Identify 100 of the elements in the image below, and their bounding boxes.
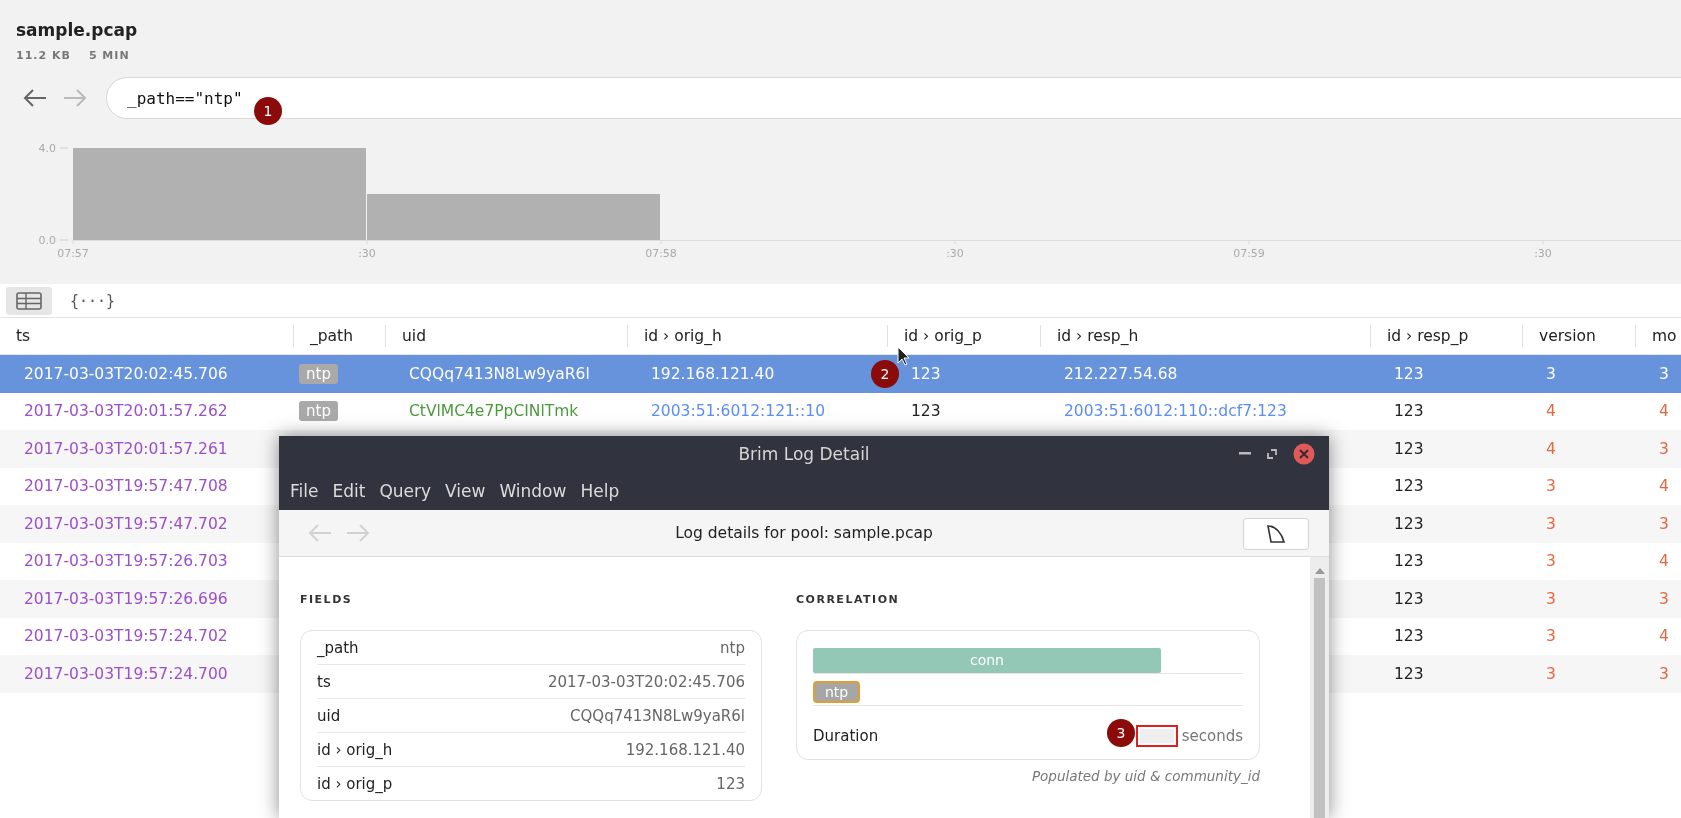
table-cell: CQQq7413N8Lw9yaR6l — [409, 364, 590, 383]
table-cell: 2017-03-03T20:01:57.261 — [24, 439, 228, 458]
field-name: _path — [317, 638, 359, 657]
column-header[interactable]: ts — [0, 325, 293, 347]
pool-title: sample.pcap — [16, 20, 138, 40]
scrollbar[interactable] — [1310, 557, 1329, 818]
column-header[interactable]: id › resp_h — [1040, 325, 1370, 347]
section-title: CORRELATION — [796, 593, 900, 606]
table-cell: 3 — [1659, 364, 1669, 383]
field-name: ts — [317, 672, 331, 691]
window-title: Brim Log Detail — [738, 444, 870, 464]
x-tick-label: 07:58 — [645, 247, 677, 260]
correlation-note: Populated by uid & community_id — [1031, 768, 1260, 784]
field-value: ntp — [720, 638, 745, 657]
table-cell: 123 — [1394, 477, 1424, 496]
table-cell: 123 — [911, 364, 941, 383]
table-cell: 3 — [1546, 364, 1556, 383]
pool-size: 11.2 KB — [16, 49, 71, 62]
table-view-tab[interactable] — [6, 286, 52, 315]
table-cell: 2017-03-03T19:57:26.703 — [24, 552, 228, 571]
pool-span: 5 MIN — [88, 49, 130, 62]
cursor-icon — [897, 346, 911, 366]
table-cell: 4 — [1546, 439, 1556, 458]
path-tag: ntp — [299, 401, 338, 422]
table-cell: 2017-03-03T20:02:45.706 — [24, 364, 228, 383]
table-cell: 2017-03-03T19:57:47.702 — [24, 514, 228, 533]
column-header[interactable]: id › resp_p — [1370, 325, 1522, 347]
x-tick-label: :30 — [358, 247, 376, 260]
y-tick-label: 0.0 — [38, 234, 56, 247]
table-cell: 2017-03-03T20:01:57.262 — [24, 402, 228, 421]
menu-item[interactable]: File — [283, 481, 326, 501]
column-header[interactable]: id › orig_h — [627, 325, 887, 347]
table-cell: 212.227.54.68 — [1064, 364, 1178, 383]
table-cell: 123 — [1394, 627, 1424, 646]
table-cell: 3 — [1546, 514, 1556, 533]
y-axis: 0.0 4.0 — [38, 142, 69, 247]
close-icon[interactable] — [1293, 443, 1315, 465]
table-cell: 4 — [1659, 477, 1669, 496]
table-cell: 123 — [1394, 364, 1424, 383]
table-cell: 2003:51:6012:121::10 — [651, 402, 826, 421]
table-cell: 3 — [1546, 664, 1556, 683]
y-tick-label: 4.0 — [38, 142, 56, 155]
column-header[interactable]: _path — [293, 325, 385, 347]
table-cell: 4 — [1659, 552, 1669, 571]
table-cell: 4 — [1546, 402, 1556, 421]
shark-fin-icon — [1266, 524, 1286, 544]
table-cell: 2017-03-03T19:57:24.702 — [24, 627, 228, 646]
x-tick-label: 07:57 — [57, 247, 89, 260]
table-cell: 123 — [1394, 402, 1424, 421]
x-tick-label: 07:59 — [1233, 247, 1265, 260]
table-cell: 123 — [911, 402, 941, 421]
table-cell: 123 — [1394, 552, 1424, 571]
menu-item[interactable]: Edit — [325, 481, 373, 501]
section-title: FIELDS — [300, 593, 353, 606]
table-cell: 3 — [1546, 627, 1556, 646]
table-cell: 123 — [1394, 439, 1424, 458]
table-cell: 123 — [1394, 589, 1424, 608]
table-row[interactable]: 2017-03-03T20:01:57.262 ntp CtVlMC4e7PpCINlTmk 2003:51:6012:121::10 123 2003:51:6012:110::dcf7:123 123 4 4 — [0, 392, 1681, 430]
path-tag: ntp — [299, 363, 338, 384]
field-value: 123 — [716, 774, 745, 793]
table-cell: 4 — [1659, 402, 1669, 421]
json-view-tab[interactable]: {···} — [60, 286, 126, 315]
table-cell: 3 — [1659, 589, 1669, 608]
field-name: id › orig_p — [317, 774, 393, 793]
table-cell: 2017-03-03T19:57:26.696 — [24, 589, 228, 608]
column-header[interactable]: mo — [1635, 325, 1681, 347]
field-value: 2017-03-03T20:02:45.706 — [547, 672, 745, 691]
column-header[interactable]: version — [1522, 325, 1635, 347]
menu-item[interactable]: View — [438, 481, 493, 501]
duration-label: Duration — [813, 727, 879, 745]
field-value: CQQq7413N8Lw9yaR6l — [570, 706, 745, 725]
table-cell: 3 — [1546, 552, 1556, 571]
table-cell: 4 — [1659, 627, 1669, 646]
restore-icon[interactable] — [1267, 449, 1277, 459]
table-cell: 123 — [1394, 664, 1424, 683]
field-value: 192.168.121.40 — [625, 740, 745, 759]
shark-fin-button[interactable] — [1243, 518, 1309, 550]
field-name: id › orig_h — [317, 740, 393, 759]
table-cell: 2017-03-03T19:57:24.700 — [24, 664, 228, 683]
table-cell: 3 — [1546, 589, 1556, 608]
table-cell: CtVlMC4e7PpCINlTmk — [409, 402, 579, 421]
table-cell: 3 — [1659, 664, 1669, 683]
menu-item[interactable]: Help — [573, 481, 627, 501]
duration-unit: seconds — [1181, 727, 1243, 745]
table-cell: 3 — [1546, 477, 1556, 496]
table-cell: 3 — [1659, 514, 1669, 533]
table-cell: 3 — [1659, 439, 1669, 458]
field-name: uid — [317, 706, 341, 725]
menu-item[interactable]: Window — [492, 481, 574, 501]
window-heading: Log details for pool: sample.pcap — [675, 524, 933, 542]
menu-item[interactable]: Query — [372, 481, 439, 501]
table-cell: 123 — [1394, 514, 1424, 533]
column-header[interactable]: uid — [385, 325, 627, 347]
x-tick-label: :30 — [1534, 247, 1552, 260]
table-cell: 192.168.121.40 — [651, 364, 775, 383]
x-tick-label: :30 — [946, 247, 964, 260]
table-cell: 2003:51:6012:110::dcf7:123 — [1064, 402, 1287, 421]
minimize-icon[interactable] — [1239, 452, 1251, 456]
duration-field[interactable] — [1135, 725, 1178, 747]
table-icon — [16, 291, 42, 310]
